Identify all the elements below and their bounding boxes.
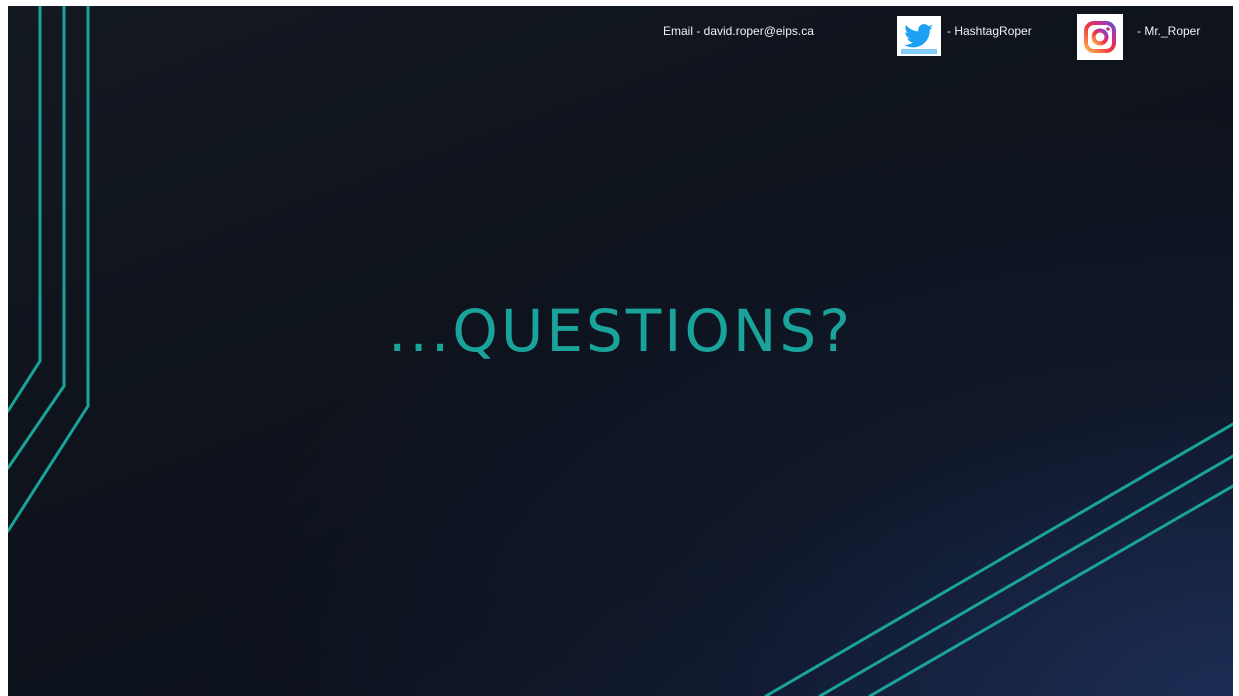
presentation-slide: Email - david.roper@eips.ca - HashtagRop… bbox=[8, 6, 1233, 696]
right-line-2 bbox=[818, 454, 1233, 696]
right-line-3 bbox=[868, 484, 1233, 696]
left-line-3-diagonal bbox=[8, 404, 90, 533]
left-line-1-diagonal bbox=[8, 359, 42, 413]
contact-email: Email - david.roper@eips.ca bbox=[663, 24, 814, 38]
instagram-handle: - Mr._Roper bbox=[1137, 24, 1201, 38]
right-line-1 bbox=[764, 422, 1233, 696]
twitter-handle: - HashtagRoper bbox=[947, 24, 1032, 38]
contact-bar: Email - david.roper@eips.ca - HashtagRop… bbox=[8, 6, 1233, 66]
twitter-icon bbox=[897, 16, 941, 56]
instagram-icon bbox=[1077, 14, 1123, 60]
slide-title: ...QUESTIONS? bbox=[387, 297, 854, 365]
